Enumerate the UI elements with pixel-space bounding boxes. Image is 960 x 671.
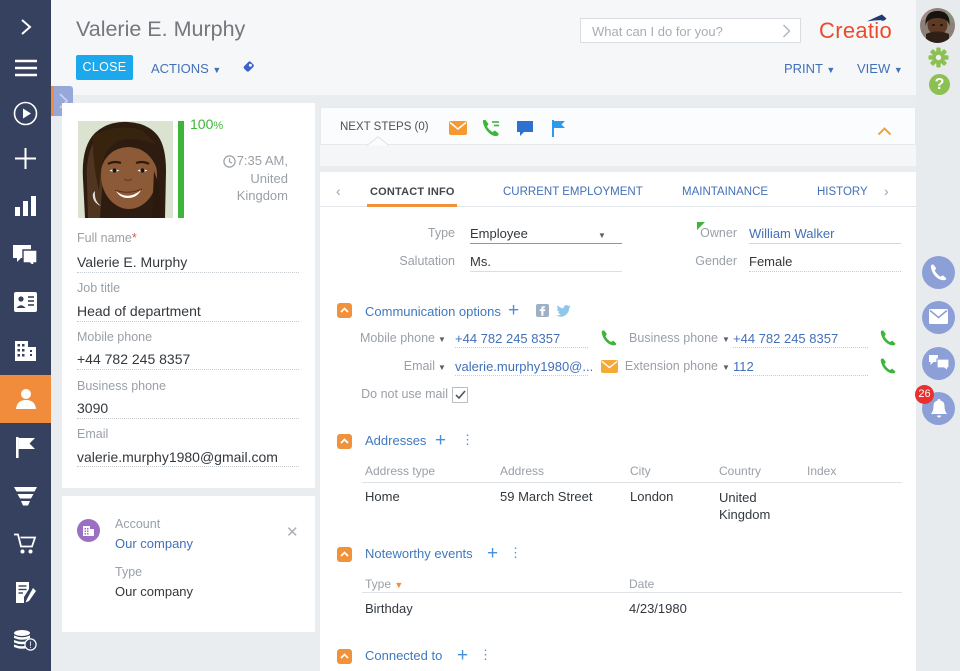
svg-text:!: ! (29, 640, 32, 650)
